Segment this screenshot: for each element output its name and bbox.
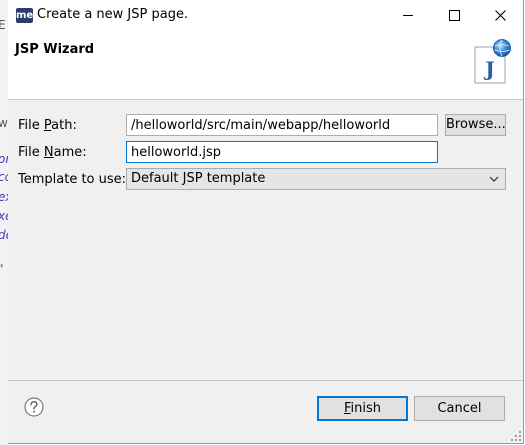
maximize-icon bbox=[448, 10, 460, 21]
footer-separator bbox=[8, 380, 523, 381]
minimize-button[interactable] bbox=[385, 0, 431, 31]
jsp-file-banner-icon: J bbox=[474, 39, 511, 84]
jsp-wizard-dialog: me Create a new JSP page. JSP Wizard J F… bbox=[8, 0, 524, 444]
cancel-button[interactable]: Cancel bbox=[414, 396, 505, 421]
title-bar[interactable]: me Create a new JSP page. bbox=[8, 0, 523, 31]
help-icon[interactable] bbox=[24, 397, 44, 417]
file-name-label: File Name: bbox=[18, 145, 87, 160]
app-icon: me bbox=[16, 8, 34, 23]
screen: E w or cc ex xe de " me Create a new JSP… bbox=[0, 0, 525, 445]
background-text: w bbox=[0, 116, 8, 130]
svg-text:J: J bbox=[483, 57, 494, 81]
template-selected-value: Default JSP template bbox=[131, 171, 266, 186]
close-button[interactable] bbox=[477, 0, 523, 31]
background-text: " bbox=[0, 262, 4, 276]
resize-grip-icon[interactable] bbox=[511, 431, 521, 441]
background-text: E bbox=[0, 18, 6, 32]
template-label: Template to use: bbox=[18, 172, 127, 187]
wizard-title: JSP Wizard bbox=[15, 42, 95, 57]
file-name-input[interactable] bbox=[126, 141, 438, 163]
maximize-button[interactable] bbox=[431, 0, 477, 31]
background-ide-window: E w or cc ex xe de " bbox=[0, 0, 8, 445]
finish-button[interactable]: Finish bbox=[317, 396, 408, 421]
browse-button[interactable]: Browse... bbox=[445, 114, 506, 136]
minimize-icon bbox=[403, 15, 413, 16]
background-text: cc bbox=[0, 170, 8, 184]
close-icon bbox=[494, 10, 506, 21]
background-text: de bbox=[0, 228, 8, 242]
background-text: xe bbox=[0, 209, 8, 223]
background-text: or bbox=[0, 152, 8, 166]
file-path-input[interactable] bbox=[126, 114, 438, 136]
window-title: Create a new JSP page. bbox=[37, 7, 189, 22]
background-text: ex bbox=[0, 190, 8, 204]
wizard-header: JSP Wizard J bbox=[8, 31, 523, 100]
chevron-down-icon bbox=[489, 176, 499, 182]
template-select[interactable]: Default JSP template bbox=[126, 168, 506, 190]
file-path-label: File Path: bbox=[18, 118, 77, 133]
